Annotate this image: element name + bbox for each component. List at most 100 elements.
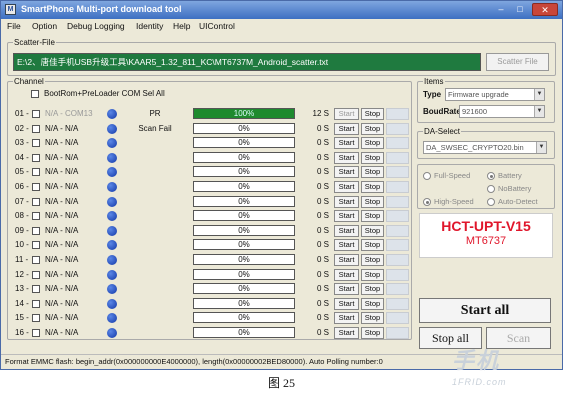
- bootrom-select-all-checkbox[interactable]: [31, 90, 39, 98]
- channel-start-button[interactable]: Start: [334, 181, 359, 193]
- channel-stop-button[interactable]: Stop: [361, 283, 384, 295]
- channel-checkbox[interactable]: [32, 125, 40, 133]
- channel-start-button[interactable]: Start: [334, 108, 359, 120]
- channel-port: N/A - N/A: [45, 299, 79, 308]
- channel-stop-button[interactable]: Stop: [361, 239, 384, 251]
- channel-checkbox[interactable]: [32, 183, 40, 191]
- baudrate-dropdown[interactable]: 921600 ▼: [459, 105, 545, 118]
- channel-extra-box: [386, 152, 409, 164]
- channel-time: 0 S: [316, 197, 329, 206]
- status-led-icon: [107, 109, 117, 119]
- channel-stop-button[interactable]: Stop: [361, 298, 384, 310]
- channel-stop-button[interactable]: Stop: [361, 254, 384, 266]
- close-icon[interactable]: ✕: [532, 3, 558, 16]
- channel-time: 0 S: [316, 211, 329, 220]
- battery-label: Battery: [498, 171, 522, 180]
- items-group-label: Items: [423, 77, 445, 86]
- channel-stop-button[interactable]: Stop: [361, 123, 384, 135]
- channel-number: 09 -: [15, 226, 29, 235]
- menu-help[interactable]: Help: [173, 21, 190, 31]
- channel-stop-button[interactable]: Stop: [361, 108, 384, 120]
- channel-extra-box: [386, 137, 409, 149]
- menu-debug-logging[interactable]: Debug Logging: [67, 21, 125, 31]
- high-speed-radio[interactable]: [423, 198, 431, 206]
- channel-start-button[interactable]: Start: [334, 152, 359, 164]
- channel-port: N/A - N/A: [45, 153, 79, 162]
- figure-caption: 图 25: [267, 376, 295, 390]
- channel-stop-button[interactable]: Stop: [361, 196, 384, 208]
- menu-identity[interactable]: Identity: [136, 21, 163, 31]
- channel-extra-box: [386, 239, 409, 251]
- no-battery-radio[interactable]: [487, 185, 495, 193]
- channel-start-button[interactable]: Start: [334, 210, 359, 222]
- channel-start-button[interactable]: Start: [334, 166, 359, 178]
- status-led-icon: [107, 211, 117, 221]
- channel-progress-bar: 0%: [193, 166, 295, 177]
- channel-checkbox[interactable]: [32, 314, 40, 322]
- channel-stop-button[interactable]: Stop: [361, 152, 384, 164]
- channel-extra-box: [386, 108, 409, 120]
- channel-checkbox[interactable]: [32, 241, 40, 249]
- auto-detect-radio[interactable]: [487, 198, 495, 206]
- channel-number: 05 -: [15, 167, 29, 176]
- channel-checkbox[interactable]: [32, 256, 40, 264]
- channel-extra-box: [386, 312, 409, 324]
- start-all-button[interactable]: Start all: [419, 298, 551, 323]
- channel-stop-button[interactable]: Stop: [361, 210, 384, 222]
- channel-checkbox[interactable]: [32, 110, 40, 118]
- channel-checkbox[interactable]: [32, 329, 40, 337]
- channel-checkbox[interactable]: [32, 168, 40, 176]
- full-speed-radio[interactable]: [423, 172, 431, 180]
- channel-checkbox[interactable]: [32, 300, 40, 308]
- channel-stop-button[interactable]: Stop: [361, 181, 384, 193]
- channel-port: N/A - N/A: [45, 211, 79, 220]
- channel-start-button[interactable]: Start: [334, 254, 359, 266]
- channel-checkbox[interactable]: [32, 285, 40, 293]
- da-select-dropdown[interactable]: DA_SWSEC_CRYPTO20.bin ▼: [423, 141, 547, 154]
- channel-checkbox[interactable]: [32, 154, 40, 162]
- channel-start-button[interactable]: Start: [334, 225, 359, 237]
- watermark-main: 手机: [452, 348, 501, 373]
- channel-start-button[interactable]: Start: [334, 298, 359, 310]
- channel-extra-box: [386, 225, 409, 237]
- channel-start-button[interactable]: Start: [334, 196, 359, 208]
- channel-checkbox[interactable]: [32, 198, 40, 206]
- channel-stop-button[interactable]: Stop: [361, 312, 384, 324]
- type-dropdown-value: Firmware upgrade: [448, 90, 509, 99]
- da-select-group-label: DA-Select: [423, 127, 462, 136]
- channel-start-button[interactable]: Start: [334, 283, 359, 295]
- channel-start-button[interactable]: Start: [334, 269, 359, 281]
- channel-stop-button[interactable]: Stop: [361, 269, 384, 281]
- brand-line2: MT6737: [465, 235, 507, 247]
- status-led-icon: [107, 299, 117, 309]
- channel-stop-button[interactable]: Stop: [361, 137, 384, 149]
- channel-checkbox[interactable]: [32, 139, 40, 147]
- channel-extra-box: [386, 210, 409, 222]
- scatter-file-button[interactable]: Scatter File: [486, 53, 549, 71]
- channel-progress-bar: 0%: [193, 254, 295, 265]
- channel-start-button[interactable]: Start: [334, 137, 359, 149]
- channel-start-button[interactable]: Start: [334, 327, 359, 339]
- maximize-icon[interactable]: □: [512, 3, 528, 16]
- channel-stop-button[interactable]: Stop: [361, 225, 384, 237]
- channel-stop-button[interactable]: Stop: [361, 166, 384, 178]
- menu-uicontrol[interactable]: UIControl: [199, 21, 235, 31]
- channel-checkbox[interactable]: [32, 212, 40, 220]
- app-icon: M: [5, 4, 16, 15]
- menu-option[interactable]: Option: [32, 21, 57, 31]
- scatter-file-path[interactable]: E:\2、唐佳手机USB升级工具\KAAR5_1.32_811_KC\MT673…: [13, 53, 481, 71]
- channel-start-button[interactable]: Start: [334, 123, 359, 135]
- status-led-icon: [107, 226, 117, 236]
- type-dropdown[interactable]: Firmware upgrade ▼: [445, 88, 545, 101]
- channel-start-button[interactable]: Start: [334, 312, 359, 324]
- battery-radio[interactable]: [487, 172, 495, 180]
- channel-progress-bar: 0%: [193, 225, 295, 236]
- channel-checkbox[interactable]: [32, 271, 40, 279]
- channel-start-button[interactable]: Start: [334, 239, 359, 251]
- menu-file[interactable]: File: [7, 21, 21, 31]
- minimize-icon[interactable]: –: [493, 3, 509, 16]
- channel-checkbox[interactable]: [32, 227, 40, 235]
- channel-progress-bar: 0%: [193, 152, 295, 163]
- channel-stop-button[interactable]: Stop: [361, 327, 384, 339]
- type-label: Type: [423, 90, 442, 99]
